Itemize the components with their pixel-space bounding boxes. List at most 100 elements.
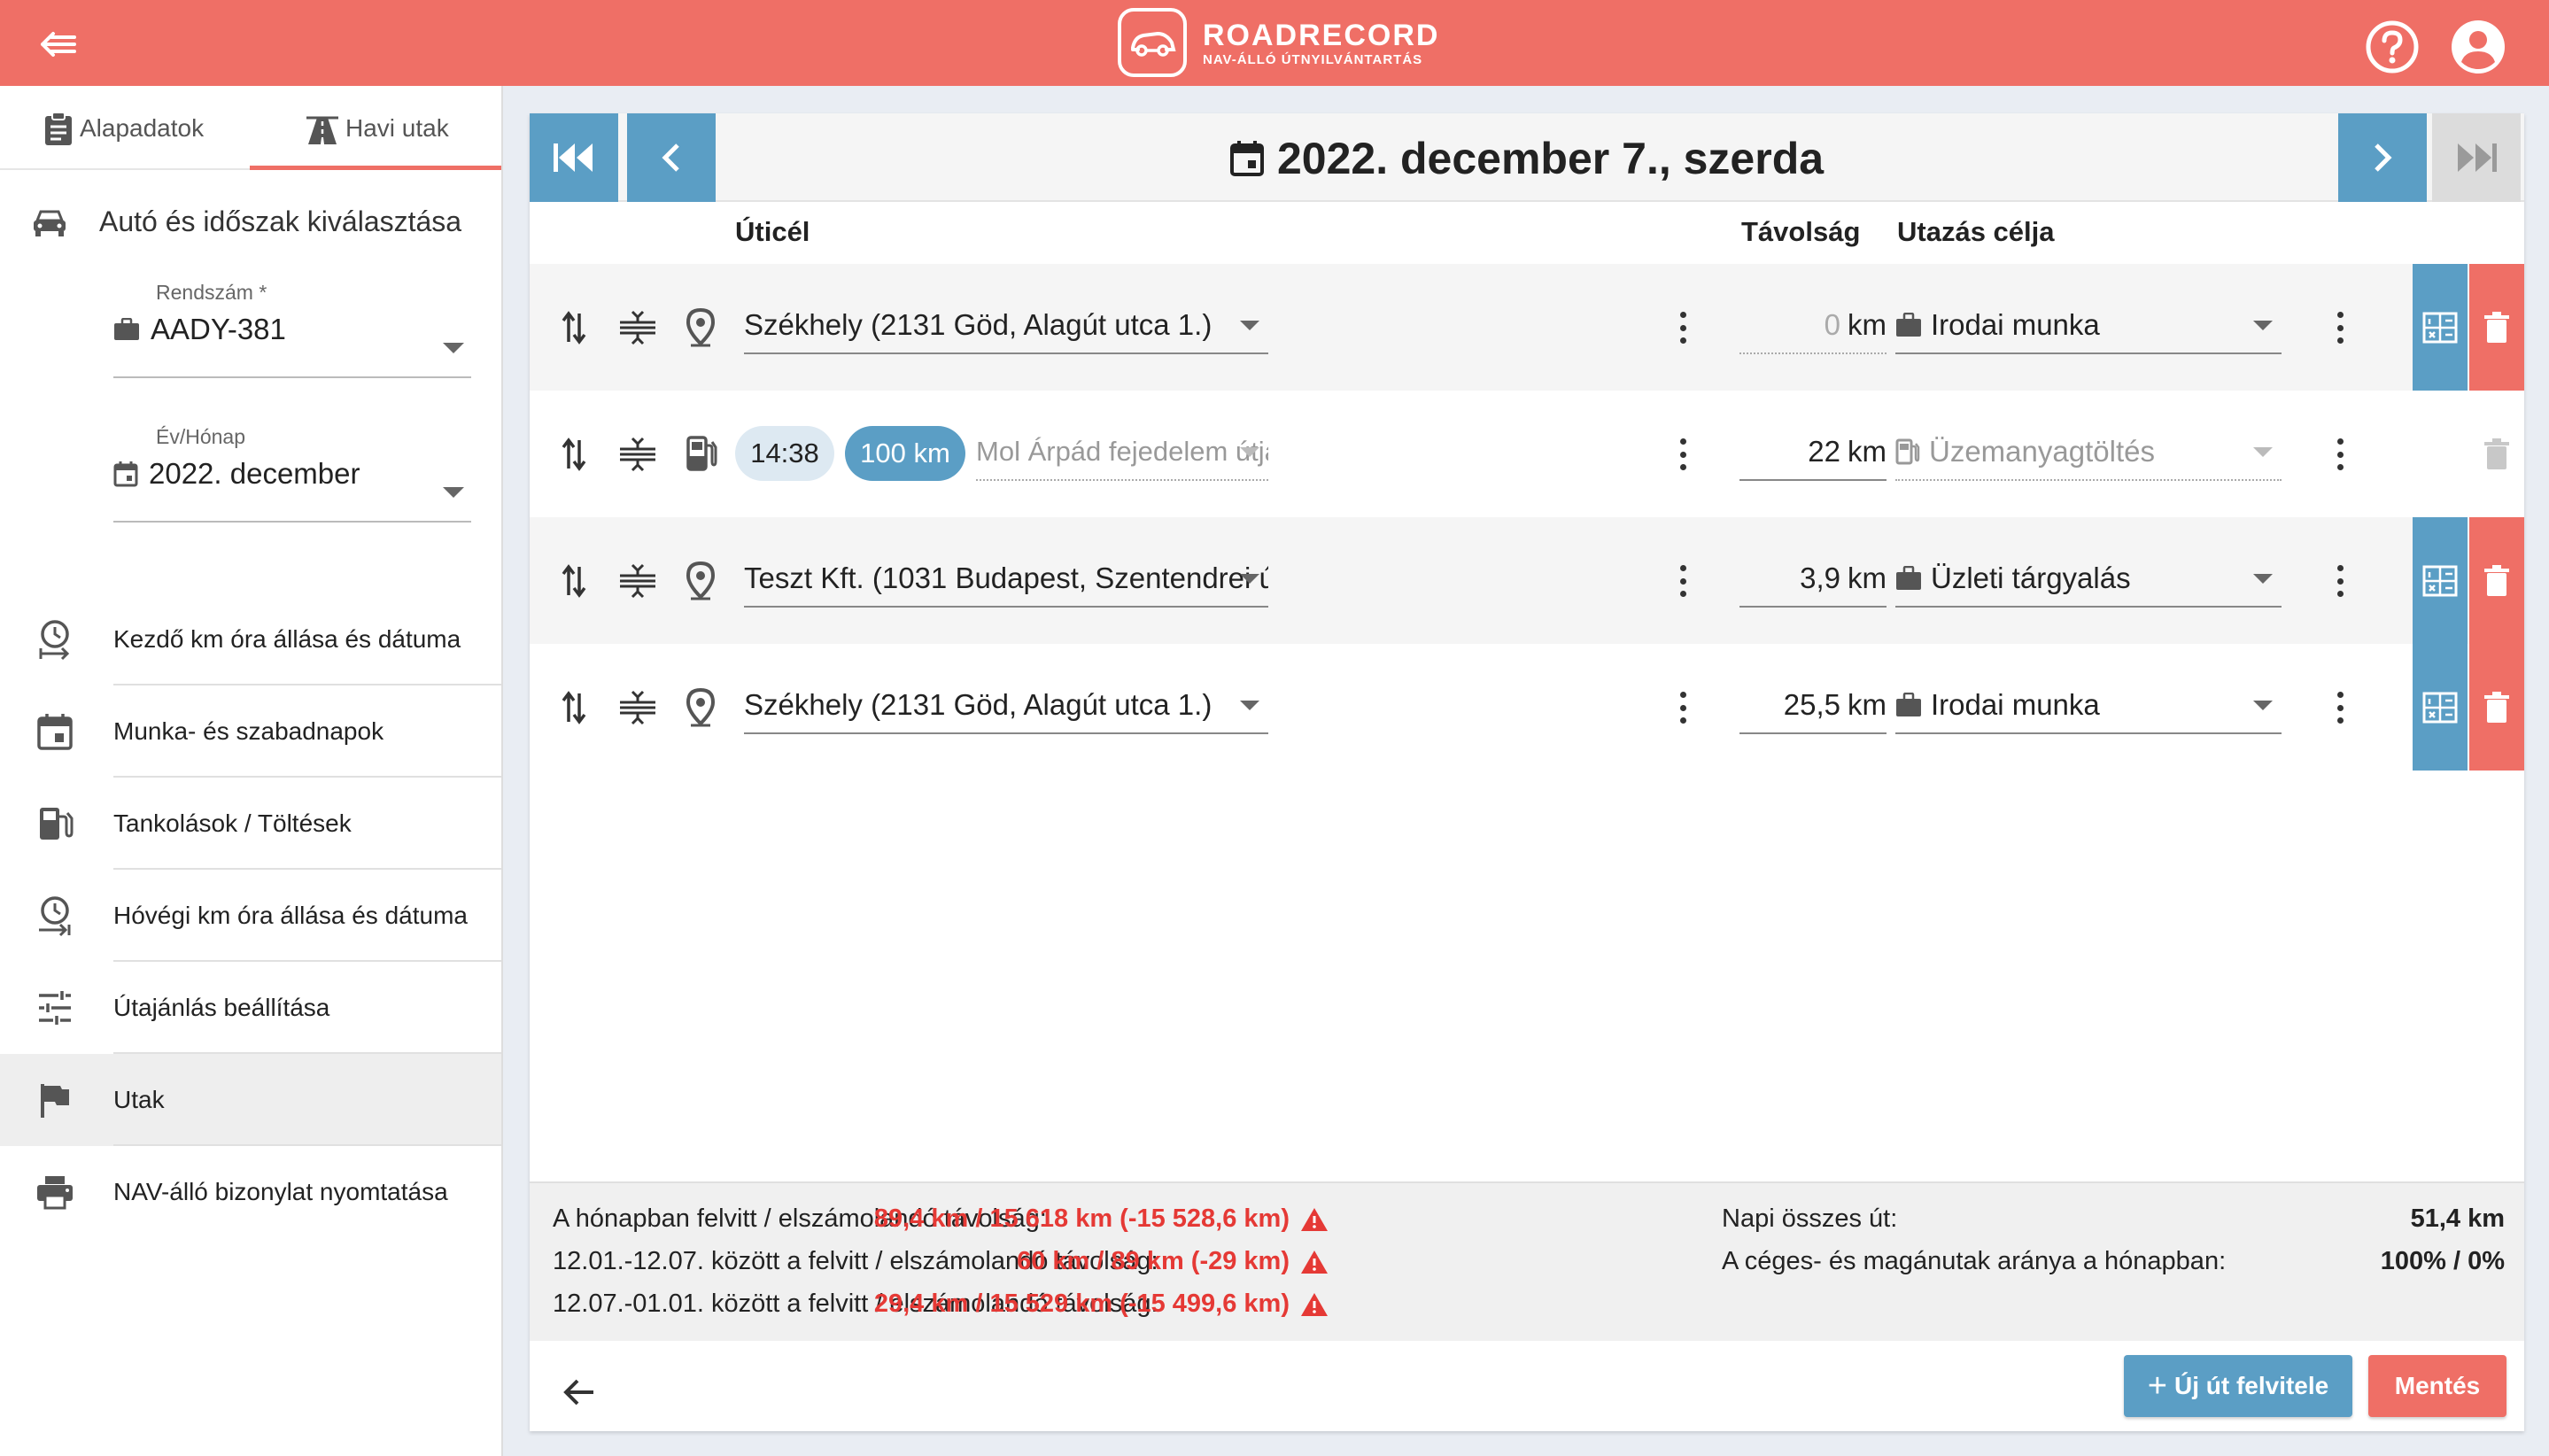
dropdown-caret-icon — [2253, 574, 2273, 584]
odometer-chip[interactable]: 100 km — [845, 426, 965, 481]
month-value: 2022. december — [149, 457, 360, 490]
month-select[interactable]: Év/Hónap 2022. december — [113, 425, 471, 523]
sidebar-item-label: Útajánlás beállítása — [113, 994, 330, 1021]
account-icon[interactable] — [2451, 19, 2506, 74]
sidebar-item-route-settings[interactable]: Útajánlás beállítása — [0, 962, 501, 1054]
distance-field[interactable]: 22 km — [1739, 424, 1887, 481]
active-tab-indicator — [250, 166, 501, 170]
column-header-purpose: Utazás célja — [1897, 216, 2055, 247]
summary-label: Napi összes út: — [1722, 1204, 1898, 1233]
summary-section: A hónapban felvitt / elszámolandó távols… — [530, 1181, 2524, 1341]
first-day-button[interactable] — [530, 113, 618, 202]
distance-field[interactable]: 3,9 km — [1739, 551, 1887, 608]
back-arrow-icon[interactable] — [562, 1376, 597, 1408]
time-chip[interactable]: 14:38 — [735, 426, 834, 481]
skip-first-icon — [554, 143, 593, 172]
new-trip-button[interactable]: + Új út felvitele — [2124, 1355, 2352, 1417]
summary-value: 29,4 km / 15 529 km (-15 499,6 km) — [874, 1289, 1329, 1319]
more-vert-icon[interactable] — [2336, 438, 2344, 470]
dropdown-caret-icon — [1240, 701, 1259, 710]
trash-icon — [2484, 311, 2509, 343]
trip-row-refuel: 14:38 100 km Mol Árpád fejedelem útja (1… — [530, 391, 2524, 517]
more-vert-icon[interactable] — [2336, 565, 2344, 597]
sidebar-item-label: Utak — [113, 1086, 165, 1113]
split-icon[interactable] — [618, 563, 657, 599]
dropdown-caret-icon — [2253, 321, 2273, 330]
tab-havi-utak[interactable]: Havi utak — [305, 86, 449, 170]
calculator-button[interactable] — [2413, 264, 2468, 391]
tab-alapadatok[interactable]: Alapadatok — [43, 86, 204, 170]
sliders-icon — [39, 991, 71, 1025]
sidebar-item-print[interactable]: NAV-álló bizonylat nyomtatása — [0, 1146, 501, 1238]
next-day-button[interactable] — [2338, 113, 2427, 202]
sidebar-item-label: NAV-álló bizonylat nyomtatása — [113, 1178, 448, 1205]
sidebar: Alapadatok Havi utak Autó és időszak kiv… — [0, 86, 503, 1456]
destination-select[interactable]: Székhely (2131 Göd, Alagút utca 1.) — [744, 298, 1268, 354]
trash-icon — [2484, 564, 2509, 596]
clock-end-icon — [39, 896, 71, 937]
dropdown-caret-icon — [1240, 321, 1259, 330]
logo-title: ROADRECORD — [1203, 18, 1440, 52]
calculator-button[interactable] — [2413, 644, 2468, 771]
more-vert-icon[interactable] — [1679, 312, 1686, 344]
split-icon[interactable] — [618, 690, 657, 725]
briefcase-icon — [1896, 566, 1921, 590]
car-logo-icon — [1118, 8, 1187, 77]
tab-label: Havi utak — [345, 113, 449, 142]
location-pin-icon — [686, 688, 716, 727]
plate-select[interactable]: Rendszám * AADY-381 — [113, 281, 471, 378]
sidebar-item-start-km[interactable]: Kezdő km óra állása és dátuma — [0, 593, 501, 685]
distance-field[interactable]: 0 km — [1739, 298, 1887, 354]
swap-vertical-icon[interactable] — [560, 690, 588, 725]
dropdown-caret-icon — [1240, 447, 1259, 457]
flag-icon — [41, 1084, 69, 1118]
more-vert-icon[interactable] — [1679, 438, 1686, 470]
distance-field[interactable]: 25,5 km — [1739, 678, 1887, 734]
destination-select[interactable]: Teszt Kft. (1031 Budapest, Szentendrei ú… — [744, 551, 1268, 608]
calculator-icon — [2422, 312, 2458, 343]
calculator-button[interactable] — [2413, 517, 2468, 644]
trip-row: Székhely (2131 Göd, Alagút utca 1.) 0 km … — [530, 264, 2524, 391]
purpose-select[interactable]: Irodai munka — [1895, 298, 2282, 354]
dropdown-caret-icon — [2253, 701, 2273, 710]
location-pin-icon — [686, 308, 716, 347]
collapse-menu-icon[interactable] — [39, 27, 78, 62]
more-vert-icon[interactable] — [2336, 692, 2344, 724]
more-vert-icon[interactable] — [2336, 312, 2344, 344]
sidebar-item-refuels[interactable]: Tankolások / Töltések — [0, 778, 501, 870]
delete-button[interactable] — [2469, 644, 2524, 771]
save-button[interactable]: Mentés — [2368, 1355, 2506, 1417]
purpose-select[interactable]: Üzemanyagtöltés — [1895, 424, 2282, 481]
delete-button[interactable] — [2469, 517, 2524, 644]
tab-label: Alapadatok — [80, 113, 205, 142]
more-vert-icon[interactable] — [1679, 565, 1686, 597]
summary-label: A céges- és magánutak aránya a hónapban: — [1722, 1247, 2227, 1275]
warning-icon — [1301, 1207, 1328, 1231]
fuel-icon — [1895, 438, 1920, 465]
fuel-icon — [686, 436, 717, 471]
sidebar-item-end-km[interactable]: Hóvégi km óra állása és dátuma — [0, 870, 501, 962]
destination-select[interactable]: Székhely (2131 Göd, Alagút utca 1.) — [744, 678, 1268, 734]
date-title-text: 2022. december 7., szerda — [1277, 134, 1825, 183]
purpose-select[interactable]: Irodai munka — [1895, 678, 2282, 734]
last-day-button[interactable] — [2432, 113, 2521, 202]
summary-value: 89,4 km / 15 618 km (-15 528,6 km) — [874, 1204, 1329, 1234]
destination-select[interactable]: Mol Árpád fejedelem útja (1036 Budapest,… — [976, 424, 1268, 481]
swap-vertical-icon[interactable] — [560, 310, 588, 345]
previous-day-button[interactable] — [627, 113, 716, 202]
purpose-select[interactable]: Üzleti tárgyalás — [1895, 551, 2282, 608]
sidebar-item-trips[interactable]: Utak — [0, 1054, 501, 1146]
delete-button[interactable] — [2469, 264, 2524, 391]
sidebar-item-workdays[interactable]: Munka- és szabadnapok — [0, 685, 501, 778]
swap-vertical-icon[interactable] — [560, 437, 588, 472]
skip-last-icon — [2458, 143, 2497, 172]
warning-icon — [1301, 1292, 1328, 1316]
briefcase-icon — [1896, 313, 1921, 337]
split-icon[interactable] — [618, 437, 657, 472]
help-icon[interactable] — [2365, 19, 2420, 74]
split-icon[interactable] — [618, 310, 657, 345]
sidebar-item-label: Tankolások / Töltések — [113, 809, 352, 837]
more-vert-icon[interactable] — [1679, 692, 1686, 724]
swap-vertical-icon[interactable] — [560, 563, 588, 599]
dropdown-caret-icon — [443, 487, 464, 498]
